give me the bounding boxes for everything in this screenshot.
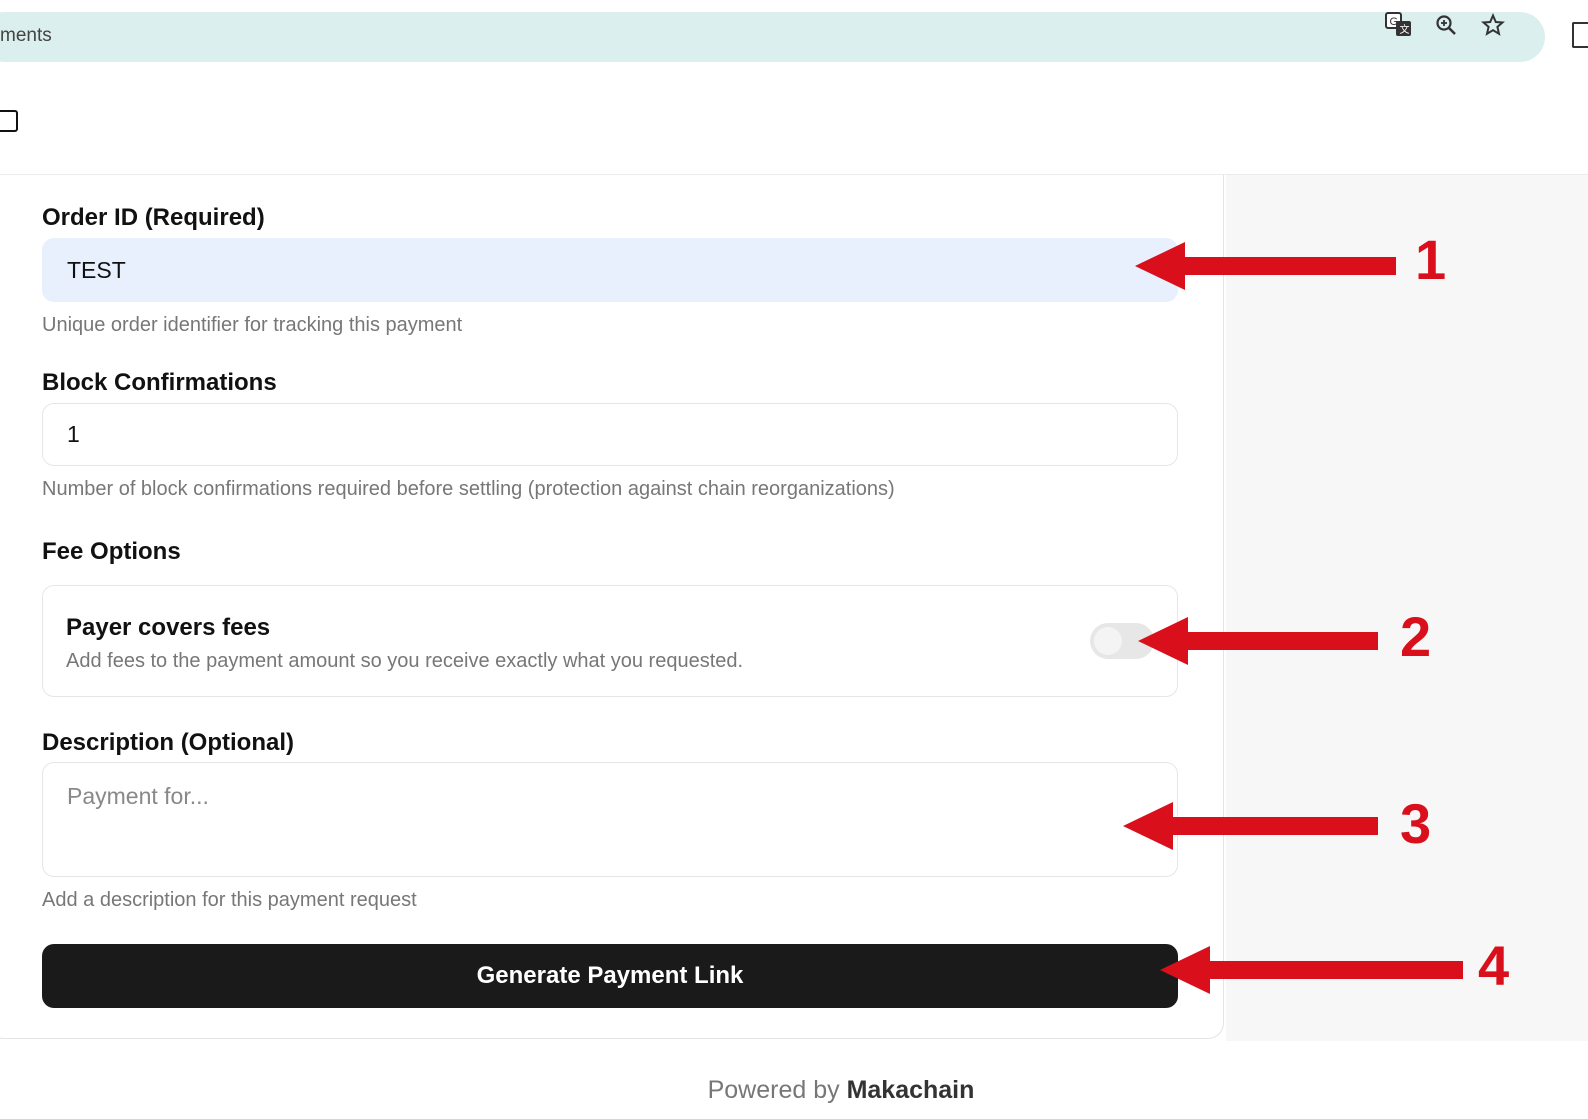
annotation-arrows [1123,242,1463,994]
annotation-arrow-1 [1135,242,1396,290]
annotation-number-4: 4 [1478,934,1510,997]
annotation-arrow-3 [1123,802,1378,850]
annotation-arrow-4 [1160,946,1463,994]
annotation-number-1: 1 [1415,228,1447,291]
annotation-arrow-2 [1138,617,1378,665]
annotation-number-3: 3 [1400,792,1432,855]
annotation-number-2: 2 [1400,605,1432,668]
